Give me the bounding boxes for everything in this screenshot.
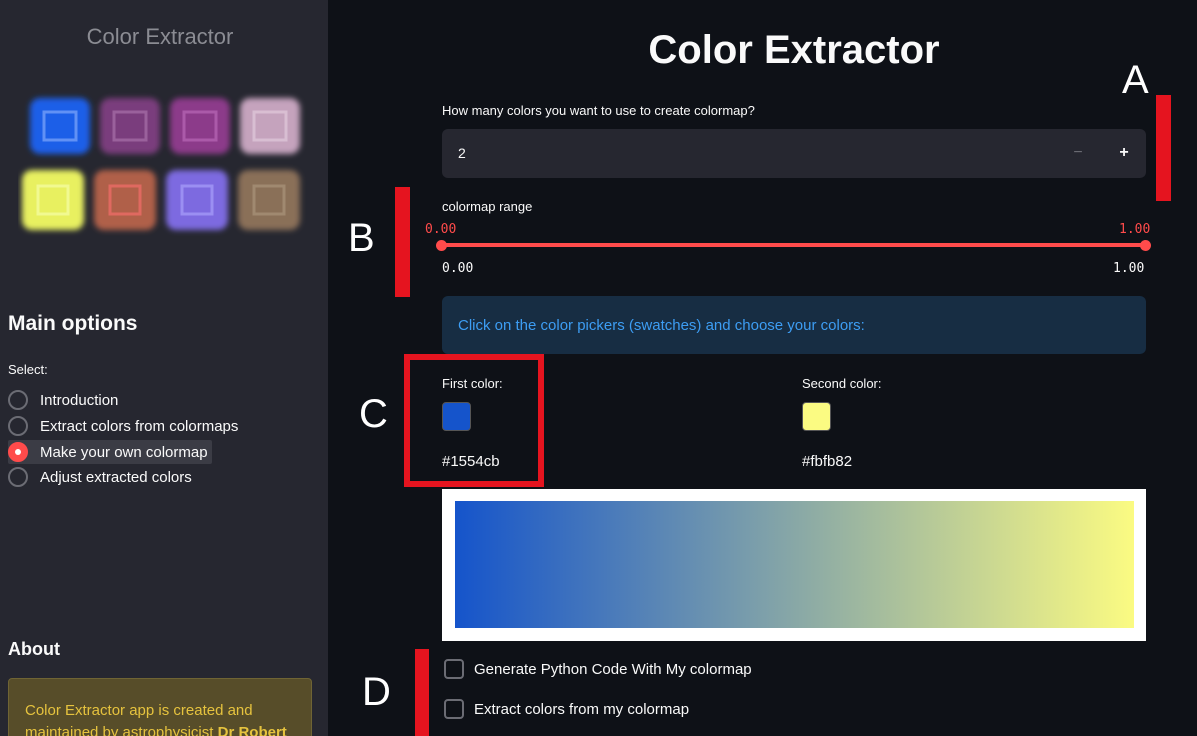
logo-swatch bbox=[22, 170, 84, 230]
num-colors-label: How many colors you want to use to creat… bbox=[442, 103, 755, 118]
colormap-range-label: colormap range bbox=[442, 199, 533, 214]
radio-adjust-extracted-colors[interactable]: Adjust extracted colors bbox=[8, 465, 196, 489]
range-slider-high-handle[interactable] bbox=[1140, 240, 1151, 251]
about-box: Color Extractor app is created and maint… bbox=[8, 678, 312, 736]
annotation-label-d: D bbox=[362, 670, 391, 714]
annotation-box-c bbox=[404, 354, 544, 487]
range-max-label: 1.00 bbox=[1113, 261, 1145, 276]
checkbox-label: Extract colors from my colormap bbox=[474, 700, 690, 718]
checkbox-icon[interactable] bbox=[444, 699, 464, 719]
logo-swatch bbox=[170, 98, 230, 154]
second-color-picker[interactable] bbox=[802, 402, 831, 431]
app-logo bbox=[22, 98, 300, 230]
num-colors-input[interactable]: 2 − + bbox=[442, 129, 1146, 178]
increment-button[interactable]: + bbox=[1112, 141, 1136, 165]
range-high-value: 1.00 bbox=[1119, 222, 1151, 237]
radio-selected-icon bbox=[8, 442, 28, 462]
checkbox-extract-colors[interactable]: Extract colors from my colormap bbox=[444, 699, 689, 719]
range-slider-track[interactable] bbox=[442, 243, 1146, 247]
colormap-preview bbox=[455, 501, 1134, 628]
info-text: Click on the color pickers (swatches) an… bbox=[458, 317, 865, 334]
sidebar-app-title: Color Extractor bbox=[86, 24, 234, 49]
radio-label: Make your own colormap bbox=[40, 443, 208, 461]
radio-label: Extract colors from colormaps bbox=[40, 417, 239, 435]
radio-label: Introduction bbox=[40, 391, 119, 409]
checkbox-generate-python-code[interactable]: Generate Python Code With My colormap bbox=[444, 659, 752, 679]
radio-circle-icon bbox=[8, 416, 28, 436]
annotation-label-b: B bbox=[348, 216, 375, 260]
annotation-bar-b bbox=[395, 187, 410, 297]
info-alert: Click on the color pickers (swatches) an… bbox=[442, 296, 1146, 354]
radio-extract-colors-from-colormaps[interactable]: Extract colors from colormaps bbox=[8, 414, 242, 438]
radio-introduction[interactable]: Introduction bbox=[8, 388, 122, 412]
checkbox-icon[interactable] bbox=[444, 659, 464, 679]
decrement-button[interactable]: − bbox=[1066, 141, 1090, 165]
second-color-hex: #fbfb82 bbox=[802, 453, 853, 470]
checkbox-label: Generate Python Code With My colormap bbox=[474, 660, 752, 678]
logo-swatch bbox=[240, 98, 300, 154]
main-options-heading: Main options bbox=[8, 312, 138, 335]
radio-circle-icon bbox=[8, 390, 28, 410]
logo-swatch bbox=[94, 170, 156, 230]
logo-swatch bbox=[30, 98, 90, 154]
annotation-label-c: C bbox=[359, 392, 388, 436]
annotation-bar-d bbox=[415, 649, 429, 736]
range-slider-low-handle[interactable] bbox=[436, 240, 447, 251]
logo-swatch bbox=[238, 170, 300, 230]
annotation-label-a: A bbox=[1122, 58, 1149, 102]
range-min-label: 0.00 bbox=[442, 261, 474, 276]
sidebar: Color Extractor Main options Select: Int… bbox=[0, 0, 328, 736]
radio-label: Adjust extracted colors bbox=[40, 468, 192, 486]
select-label: Select: bbox=[8, 362, 48, 377]
about-heading: About bbox=[8, 639, 60, 659]
num-colors-value[interactable]: 2 bbox=[458, 145, 466, 161]
radio-make-your-own-colormap[interactable]: Make your own colormap bbox=[8, 440, 212, 464]
page-title: Color Extractor bbox=[648, 28, 940, 72]
second-color-label: Second color: bbox=[802, 376, 882, 391]
about-author[interactable]: Dr Robert bbox=[218, 724, 287, 736]
annotation-bar-a bbox=[1156, 95, 1171, 201]
range-low-value: 0.00 bbox=[425, 222, 457, 237]
logo-swatch bbox=[100, 98, 160, 154]
logo-swatch bbox=[166, 170, 228, 230]
radio-circle-icon bbox=[8, 467, 28, 487]
